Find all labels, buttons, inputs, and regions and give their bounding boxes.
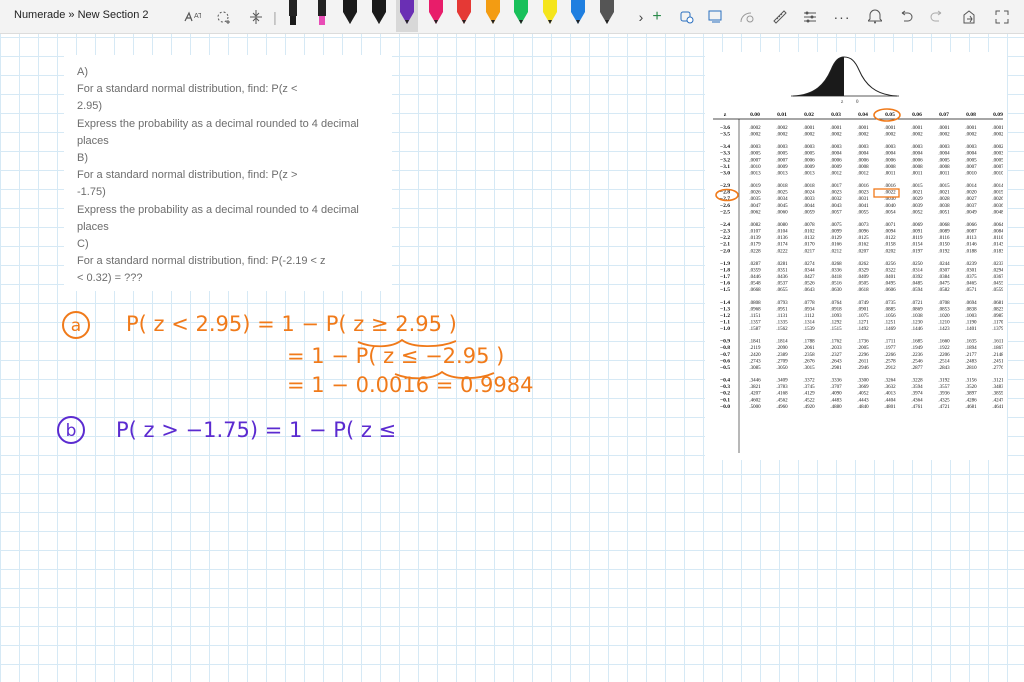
line-a2: = 1 − P( z ≤ −2.95 ) <box>287 344 504 368</box>
line-a3: = 1 − 0.0016 = 0.9984 <box>287 373 533 397</box>
handwriting-layer: a P( z < 2.95) = 1 − P( z ≥ 2.95 ) = 1 −… <box>57 311 533 444</box>
label-a: a <box>71 316 81 336</box>
label-b: b <box>66 421 77 441</box>
line-b1: P( z > −1.75) = 1 − P( z ≤ <box>116 418 396 442</box>
line-a1: P( z < 2.95) = 1 − P( z ≥ 2.95 ) <box>126 312 457 336</box>
